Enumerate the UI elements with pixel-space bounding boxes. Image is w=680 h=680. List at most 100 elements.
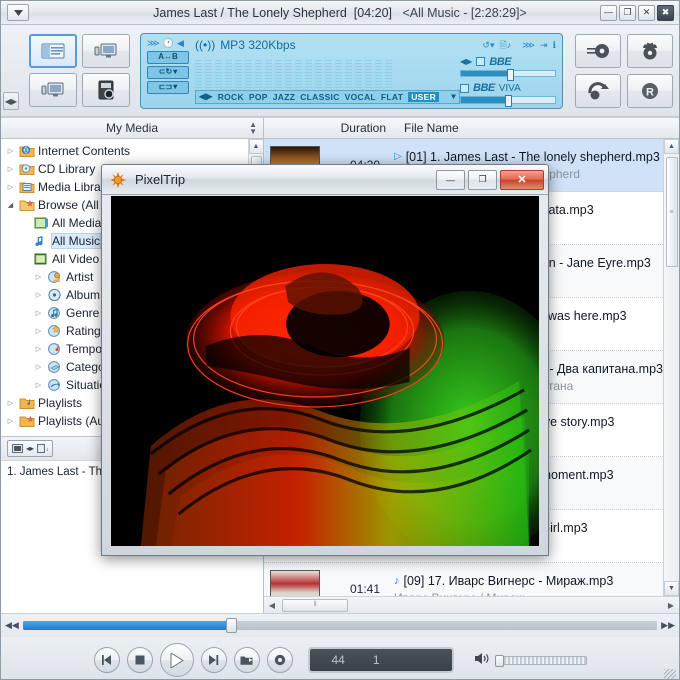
bbe-slider[interactable]: [460, 68, 556, 81]
playlist-hscrollbar[interactable]: ◀ ⦀ ▶: [264, 596, 679, 613]
transport-controls: 44 1: [1, 637, 679, 679]
fast-forward-icon[interactable]: ▶▶: [661, 620, 675, 631]
burn-cd-button[interactable]: [627, 33, 673, 68]
sidebar-item-internet-contents[interactable]: ▷ Internet Contents: [5, 142, 248, 160]
ab-repeat-button[interactable]: A↔B: [147, 50, 189, 64]
minimize-button[interactable]: —: [600, 4, 617, 21]
chevron-right-icon[interactable]: ▷: [33, 381, 44, 389]
sidebar-item-label: All Media: [52, 216, 102, 230]
playlist-header: Duration File Name: [264, 118, 679, 139]
album-art-toggle-icon[interactable]: ◂▸ ♪: [7, 440, 54, 457]
chevron-down-icon[interactable]: ◢: [5, 201, 16, 209]
previous-button[interactable]: [93, 647, 120, 673]
column-header-duration[interactable]: Duration: [264, 121, 394, 135]
next-track-icon[interactable]: ⇥: [540, 40, 548, 51]
scrollbar-thumb[interactable]: ≡: [665, 157, 678, 267]
eq-preset-user[interactable]: USER: [408, 91, 440, 102]
eq-preset-jazz[interactable]: JAZZ: [273, 92, 295, 102]
rip-cd-button[interactable]: [575, 33, 621, 68]
monitor-speaker-icon: [41, 82, 64, 97]
bbe-control[interactable]: ◀▶ BBE: [460, 56, 556, 68]
shuffle-icon[interactable]: ⋙: [147, 38, 160, 49]
track-counter-display[interactable]: 44 1: [307, 647, 454, 673]
sort-updown-icon[interactable]: ▲ ▼: [249, 121, 257, 136]
chevron-right-icon[interactable]: ▷: [5, 399, 16, 407]
column-header-filename[interactable]: File Name: [394, 121, 459, 135]
bbe-viva-checkbox[interactable]: [460, 83, 469, 93]
visualizer-maximize-button[interactable]: ❐: [468, 169, 497, 190]
chevron-right-icon[interactable]: ▷: [33, 345, 44, 353]
seek-slider[interactable]: [22, 618, 658, 633]
resize-grip[interactable]: [664, 669, 676, 679]
device-view-button[interactable]: [82, 73, 130, 107]
bbe-viva-control[interactable]: BBE VIVA: [460, 82, 556, 94]
visualizer-minimize-button[interactable]: —: [436, 169, 465, 190]
eq-preset-classic[interactable]: CLASSIC: [300, 92, 339, 102]
library-view-button[interactable]: [29, 34, 77, 68]
volume-slider[interactable]: [494, 654, 587, 667]
record-button[interactable]: R: [627, 73, 673, 108]
triangle-right-icon[interactable]: ▶: [663, 601, 679, 610]
triangle-down-icon[interactable]: ▼: [664, 581, 679, 596]
chevron-right-icon[interactable]: ▷: [33, 291, 44, 299]
sidebar-item-label: Album: [66, 288, 101, 302]
sync-button[interactable]: [575, 73, 621, 108]
crossfade-icon[interactable]: ↺▾: [482, 40, 494, 51]
next-button[interactable]: [200, 647, 227, 673]
eq-preset-rock[interactable]: ROCK: [218, 92, 244, 102]
repeat-mode-button[interactable]: ⊂↻ ▾: [147, 65, 189, 79]
chevron-right-icon[interactable]: ▷: [33, 327, 44, 335]
play-button[interactable]: [159, 643, 194, 677]
equalizer-preset-bar[interactable]: ◀▶ ROCK POP JAZZ CLASSIC VOCAL FLAT USER…: [195, 89, 460, 104]
bbe-nav-icon[interactable]: ◀▶: [460, 57, 472, 66]
exit-button[interactable]: ✖: [657, 4, 674, 21]
open-file-button[interactable]: [233, 647, 260, 673]
collapse-panel-button[interactable]: ◀▶: [3, 92, 19, 110]
eq-preset-flat[interactable]: FLAT: [381, 92, 403, 102]
clock-icon[interactable]: 🕐: [163, 38, 174, 49]
monitor-speaker-icon: [94, 43, 117, 58]
info-icon[interactable]: ℹ: [553, 40, 556, 51]
eq-preset-pop[interactable]: POP: [249, 92, 268, 102]
title-track: James Last / The Lonely Shepherd: [153, 5, 347, 20]
visual-view-button[interactable]: [29, 73, 77, 107]
triangle-up-icon[interactable]: ▲: [664, 139, 679, 154]
visualizer-close-button[interactable]: ✕: [500, 169, 544, 190]
chevron-right-icon[interactable]: ▷: [33, 273, 44, 281]
mute-icon[interactable]: ◀: [177, 38, 184, 49]
record-button[interactable]: [266, 647, 293, 673]
skip-silence-icon[interactable]: ⋙: [522, 40, 535, 51]
triangle-left-icon[interactable]: ◀: [264, 601, 280, 610]
table-row[interactable]: 01:41 ♪ [09] 17. Иварс Вигнерс - Мираж.m…: [264, 563, 663, 596]
visualizer-window[interactable]: PixelTrip — ❐ ✕: [101, 164, 549, 556]
bbe-checkbox[interactable]: [476, 57, 486, 66]
hscrollbar-thumb[interactable]: ⦀: [282, 598, 348, 612]
close-button[interactable]: ✕: [638, 4, 655, 21]
bbe-viva-slider[interactable]: [460, 95, 556, 107]
speaker-icon[interactable]: [474, 652, 490, 668]
rewind-icon[interactable]: ◀◀: [5, 620, 19, 631]
triangle-up-icon[interactable]: ▲: [248, 139, 263, 154]
visualizer-canvas[interactable]: [111, 196, 539, 546]
seek-handle[interactable]: [225, 618, 237, 633]
chevron-right-icon[interactable]: ▷: [5, 417, 16, 425]
chevron-right-icon[interactable]: ▷: [5, 147, 16, 155]
playlist-note-icon[interactable]: 🗎♪: [499, 38, 511, 54]
chevron-down-icon[interactable]: ▾: [451, 91, 456, 102]
chevron-right-icon[interactable]: ▷: [33, 363, 44, 371]
shuffle-mode-button[interactable]: ⊏⊐ ▾: [147, 80, 189, 94]
eq-nav-icon[interactable]: ◀▶: [199, 91, 213, 102]
volume-control[interactable]: [474, 652, 587, 668]
eq-preset-vocal[interactable]: VOCAL: [345, 92, 376, 102]
chevron-right-icon[interactable]: ▷: [5, 183, 16, 191]
chevron-right-icon[interactable]: ▷: [5, 165, 16, 173]
window-menu-button[interactable]: [7, 4, 29, 21]
stop-button[interactable]: [126, 647, 153, 673]
now-playing-view-button[interactable]: [82, 34, 130, 68]
visualizer-title-bar[interactable]: PixelTrip — ❐ ✕: [102, 165, 548, 195]
maximize-button[interactable]: ❐: [619, 4, 636, 21]
playlist-scrollbar[interactable]: ▲ ≡ ▼: [663, 139, 679, 596]
chevron-right-icon[interactable]: ▷: [33, 309, 44, 317]
volume-handle[interactable]: [494, 654, 504, 667]
library-panel-icon: [41, 43, 65, 59]
